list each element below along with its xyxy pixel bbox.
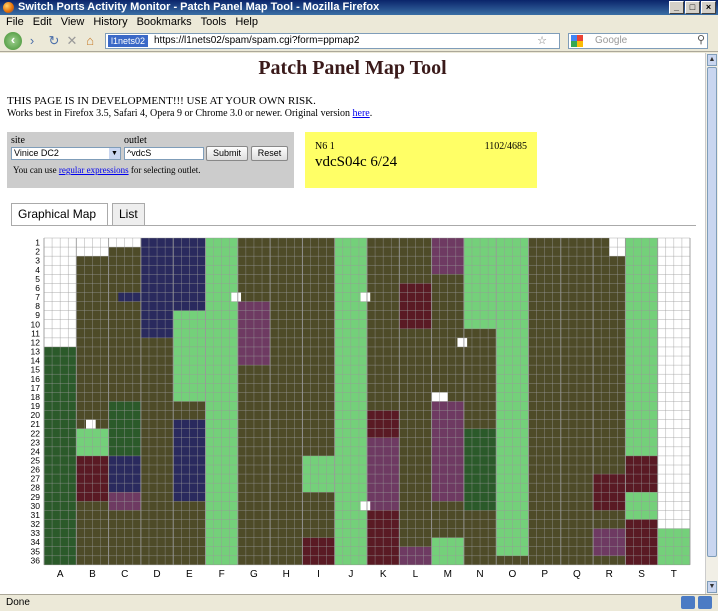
addon-icon[interactable] [681,596,695,609]
site-identity-button[interactable]: l1nets02 [108,35,149,47]
maximize-button[interactable]: □ [685,1,700,14]
scroll-thumb[interactable] [707,67,717,557]
search-placeholder: Google [595,35,628,46]
back-arrow-icon[interactable]: ‹ [4,32,22,50]
column-label: G [250,569,258,580]
menu-tools[interactable]: Tools [201,15,227,30]
menu-edit[interactable]: Edit [33,15,52,30]
reload-icon[interactable]: ↻ [46,33,62,49]
browser-window: Switch Ports Activity Monitor - Patch Pa… [0,0,718,611]
home-icon[interactable]: ⌂ [82,33,98,49]
navigation-toolbar: ‹ › ↻ ✕ ⌂ l1nets02 https://l1nets02/spam… [0,30,718,52]
row-label: 36 [31,555,41,565]
forward-arrow-icon[interactable]: › [24,33,40,49]
column-label: S [638,569,645,580]
menu-history[interactable]: History [93,15,127,30]
column-label: K [380,569,387,580]
column-label: F [219,569,225,580]
port-region-empty[interactable] [457,337,468,347]
column-label: D [153,569,160,580]
scroll-down-icon[interactable]: ▼ [707,581,717,593]
port-region-navy[interactable] [118,292,141,302]
grid-lines [43,237,691,566]
port-region-empty[interactable] [231,292,242,302]
url-text: https://l1nets02/spam/spam.cgi?form=ppma… [154,35,360,46]
column-label: I [317,569,320,580]
column-label: B [89,569,96,580]
column-label: H [283,569,290,580]
column-label: R [606,569,613,580]
column-label: A [57,569,64,580]
page-content: Patch Panel Map Tool THIS PAGE IS IN DEV… [0,53,705,594]
minimize-button[interactable]: _ [669,1,684,14]
port-region-empty[interactable] [360,501,371,511]
search-box[interactable]: Google ⚲ [568,33,708,49]
title-bar: Switch Ports Activity Monitor - Patch Pa… [0,0,718,15]
patch-panel-grid: 1234567891011121314151617181920212223242… [31,237,691,580]
url-bar[interactable]: l1nets02 https://l1nets02/spam/spam.cgi?… [105,33,560,49]
menu-view[interactable]: View [61,15,85,30]
menu-bookmarks[interactable]: Bookmarks [137,15,192,30]
security-icon[interactable] [698,596,712,609]
status-text: Done [6,597,30,608]
column-label: O [508,569,516,580]
column-label: J [348,569,353,580]
column-label: P [541,569,548,580]
bookmark-star-icon[interactable]: ☆ [537,34,547,48]
menu-file[interactable]: File [6,15,24,30]
vertical-scrollbar[interactable]: ▲ ▼ [705,53,718,594]
window-title: Switch Ports Activity Monitor - Patch Pa… [18,1,380,13]
menu-bar: File Edit View History Bookmarks Tools H… [0,15,718,30]
search-icon[interactable]: ⚲ [697,33,705,47]
column-label: N [476,569,483,580]
port-region-empty[interactable] [85,419,96,429]
status-bar: Done [0,594,718,611]
port-region-empty[interactable] [360,292,371,302]
column-label: E [186,569,193,580]
firefox-icon [3,2,14,13]
close-button[interactable]: × [701,1,716,14]
stop-icon[interactable]: ✕ [64,33,80,49]
menu-help[interactable]: Help [235,15,258,30]
column-label: M [444,569,452,580]
google-icon [571,35,583,47]
column-label: L [413,569,419,580]
column-label: Q [573,569,581,580]
scroll-up-icon[interactable]: ▲ [707,54,717,66]
column-label: T [671,569,677,580]
column-label: C [121,569,128,580]
